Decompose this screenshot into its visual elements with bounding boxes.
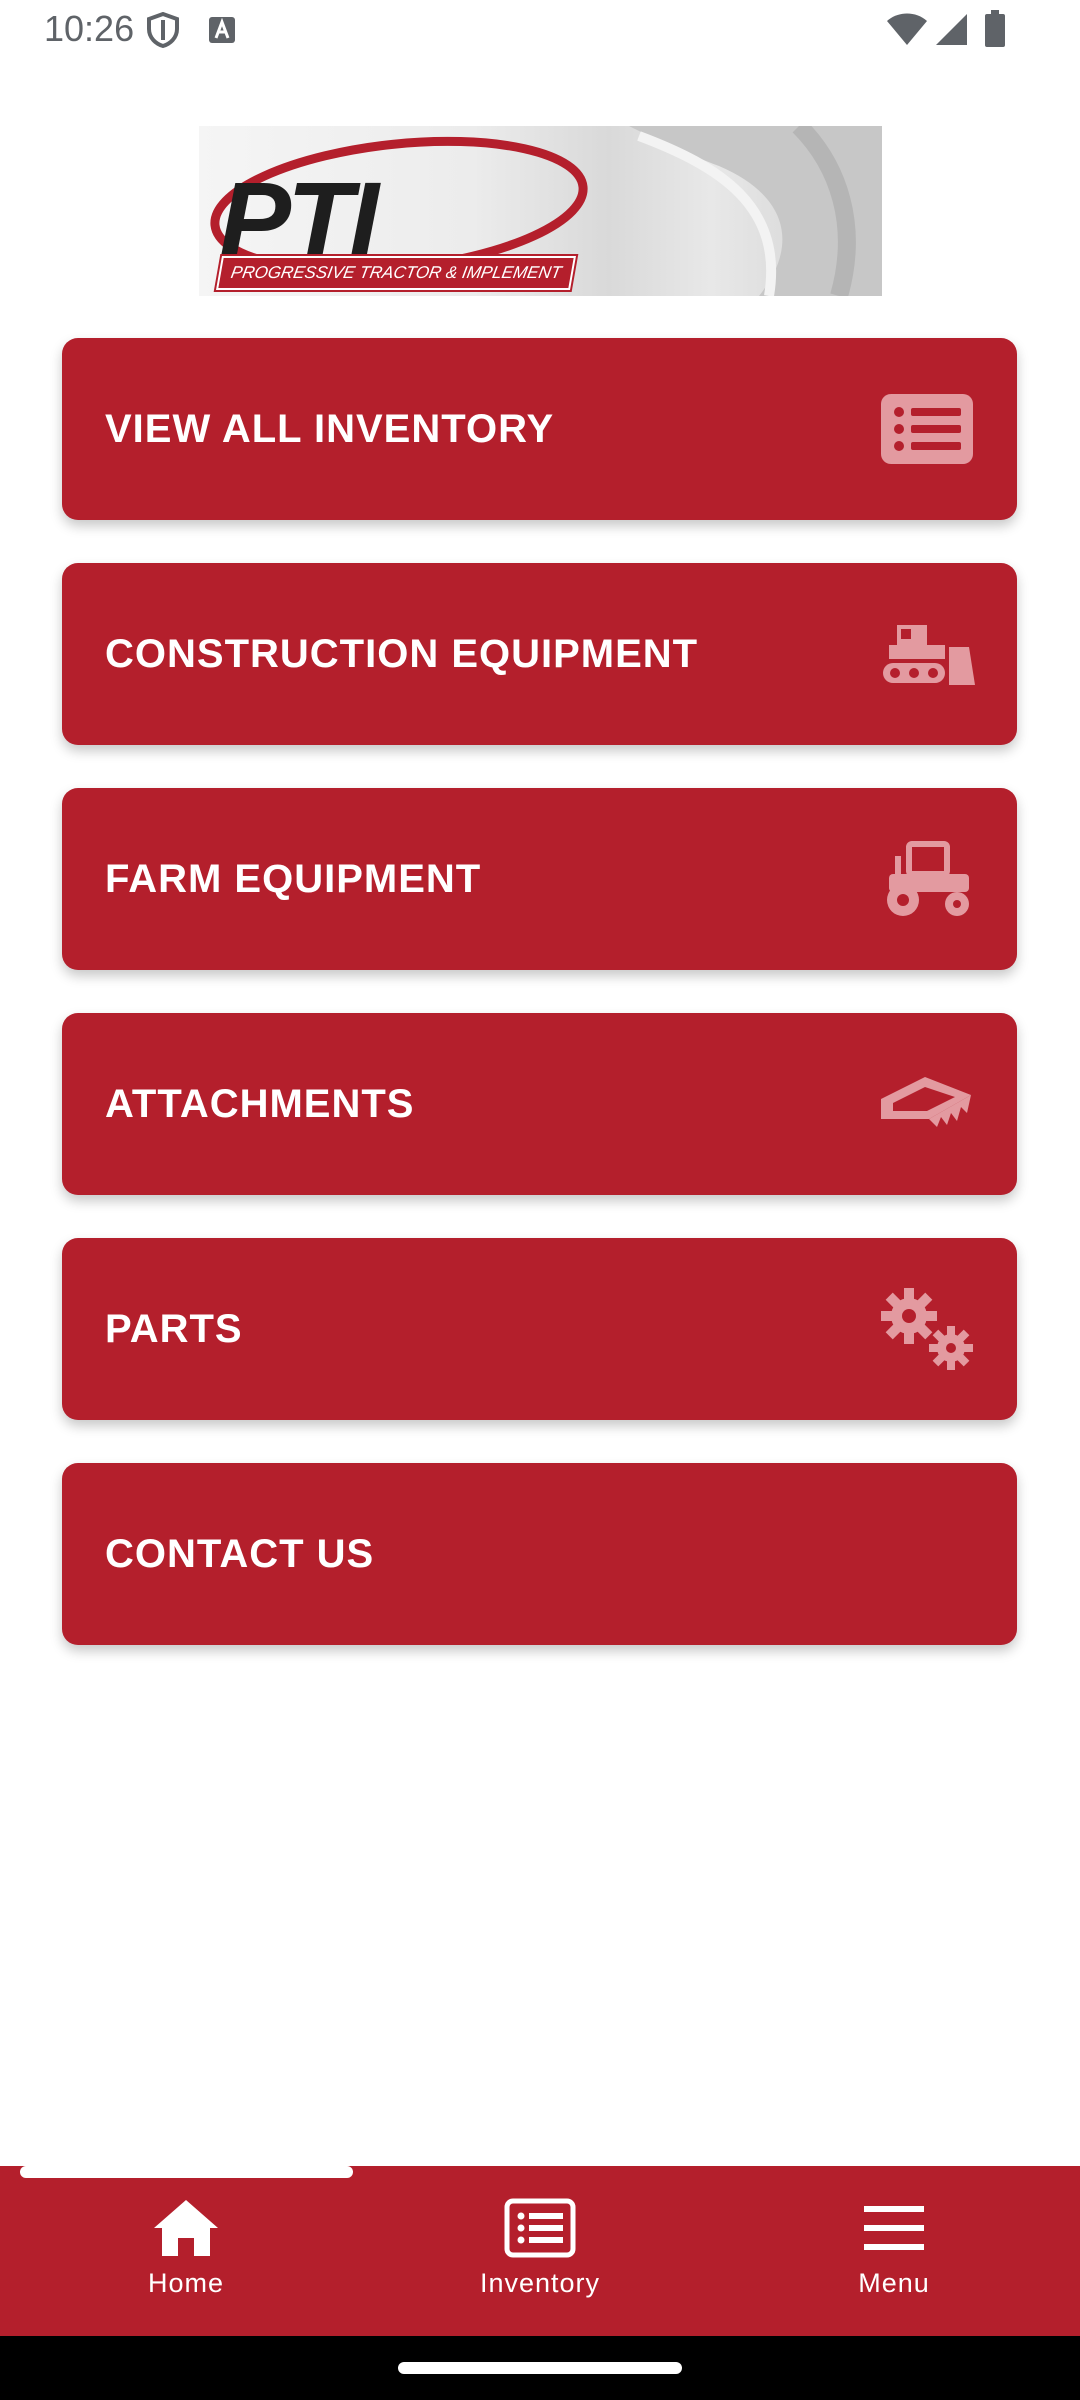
app-screen: 10:26 PTI PROGRESSIVE TRACTOR & IMPLEMEN… <box>0 0 1080 2400</box>
parts-button[interactable]: PARTS <box>62 1238 1017 1420</box>
menu-label: ATTACHMENTS <box>105 1082 415 1126</box>
system-navigation-bar <box>0 2336 1080 2400</box>
nav-home[interactable]: Home <box>86 2196 286 2316</box>
menu-label: CONSTRUCTION EQUIPMENT <box>105 632 699 676</box>
construction-equipment-button[interactable]: CONSTRUCTION EQUIPMENT <box>62 563 1017 745</box>
nav-menu[interactable]: Menu <box>794 2196 994 2316</box>
list-icon <box>879 386 975 472</box>
bulldozer-icon <box>879 611 975 697</box>
farm-equipment-button[interactable]: FARM EQUIPMENT <box>62 788 1017 970</box>
wifi-icon <box>886 12 928 51</box>
shield-icon <box>146 11 180 53</box>
bottom-navigation: Home Inventory Menu <box>0 2166 1080 2336</box>
nav-inventory[interactable]: Inventory <box>440 2196 640 2316</box>
contact-us-button[interactable]: CONTACT US <box>62 1463 1017 1645</box>
attachments-button[interactable]: ATTACHMENTS <box>62 1013 1017 1195</box>
main-menu: VIEW ALL INVENTORY CONSTRUCTION EQUIPMEN… <box>62 338 1017 1688</box>
a11y-a-icon <box>208 16 236 49</box>
menu-label: VIEW ALL INVENTORY <box>105 407 555 451</box>
status-bar: 10:26 <box>0 0 1080 60</box>
view-all-inventory-button[interactable]: VIEW ALL INVENTORY <box>62 338 1017 520</box>
nav-menu-label: Menu <box>858 2268 930 2298</box>
home-gesture-handle[interactable] <box>398 2362 682 2374</box>
tractor-icon <box>879 836 975 922</box>
menu-label: FARM EQUIPMENT <box>105 857 482 901</box>
status-time: 10:26 <box>44 8 135 49</box>
menu-label: CONTACT US <box>105 1532 375 1576</box>
logo-banner: PTI PROGRESSIVE TRACTOR & IMPLEMENT <box>199 126 882 296</box>
logo-tagline: PROGRESSIVE TRACTOR & IMPLEMENT <box>216 256 577 290</box>
home-icon <box>150 2196 222 2260</box>
menu-label: PARTS <box>105 1307 243 1351</box>
list-icon <box>504 2196 576 2260</box>
signal-icon <box>934 12 968 51</box>
nav-inventory-label: Inventory <box>479 2268 601 2298</box>
active-tab-indicator <box>20 2166 353 2178</box>
nav-home-label: Home <box>147 2268 225 2298</box>
battery-icon <box>984 10 1006 53</box>
gears-icon <box>879 1286 975 1372</box>
hamburger-menu-icon <box>858 2196 930 2260</box>
bucket-attachment-icon <box>879 1061 975 1147</box>
